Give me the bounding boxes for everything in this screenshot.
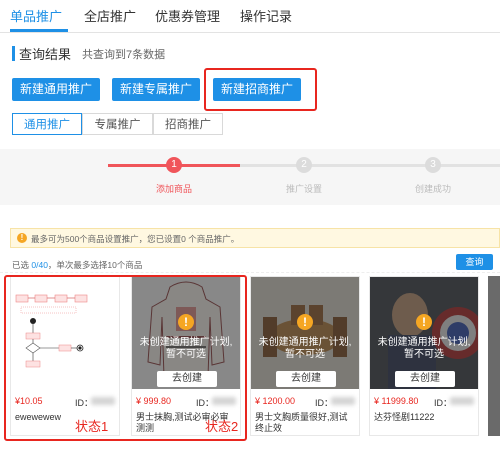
selection-count: 0/40 — [31, 260, 48, 270]
notice-text: 最多可为500个商品设置推广，您已设置0 个商品推广。 — [31, 234, 240, 244]
step-line-done — [174, 164, 240, 167]
blurred-id — [331, 397, 355, 405]
step-3-circle: 3 — [425, 157, 441, 173]
results-title: 查询结果 — [19, 47, 72, 62]
active-tab-indicator — [10, 29, 68, 32]
not-selectable-text: 未创建通用推广计划,暂不可选 — [377, 337, 471, 360]
step-2-label: 推广设置 — [285, 184, 322, 194]
step-3-label: 创建成功 — [414, 184, 451, 194]
warning-icon: ! — [17, 233, 27, 243]
product-card[interactable]: ! 未创建通用推广计划,暂不可选 去创建 ¥ 1200.00 ID： 男士文胸质… — [250, 276, 360, 436]
subtab-merchant[interactable]: 招商推广 — [153, 113, 223, 135]
go-create-button[interactable]: 去创建 — [276, 371, 336, 387]
tab-store-promotion[interactable]: 全店推广 — [84, 6, 136, 25]
step-1-circle: 1 — [166, 157, 182, 173]
product-name: 达芬怪剧11222 — [374, 412, 435, 422]
subtab-exclusive[interactable]: 专属推广 — [82, 113, 153, 135]
selection-suffix: ，单次最多选择10个商品 — [47, 260, 143, 270]
product-price: ¥ 1200.00 — [255, 396, 296, 406]
annotation-state2: 状态2 — [205, 419, 239, 434]
step-line-done — [108, 164, 174, 167]
section-marker — [12, 46, 15, 61]
tab-operation-log[interactable]: 操作记录 — [240, 6, 292, 25]
highlight-box — [204, 68, 317, 111]
product-card-partial — [488, 276, 500, 436]
not-selectable-text: 未创建通用推广计划,暂不可选 — [258, 337, 352, 360]
query-button[interactable]: 查询 — [456, 254, 493, 270]
selection-info: 已选 0/40，单次最多选择10个商品 — [12, 259, 142, 271]
warning-icon: ! — [297, 314, 313, 330]
step-line-pending — [240, 164, 500, 167]
product-price: ¥ 11999.80 — [374, 396, 419, 406]
results-count: 共查询到7条数据 — [82, 49, 166, 61]
step-2-circle: 2 — [296, 157, 312, 173]
tab-coupon-management[interactable]: 优惠券管理 — [155, 6, 220, 25]
new-exclusive-promotion-button[interactable]: 新建专属推广 — [112, 78, 200, 101]
new-general-promotion-button[interactable]: 新建通用推广 — [12, 78, 100, 101]
product-card[interactable]: ! 未创建通用推广计划,暂不可选 去创建 ¥ 11999.80 ID： 达芬怪剧… — [369, 276, 479, 436]
top-tab-bar: 单品推广 全店推广 优惠券管理 操作记录 — [0, 0, 500, 33]
steps-panel — [0, 149, 500, 205]
blurred-id — [450, 397, 474, 405]
go-create-button[interactable]: 去创建 — [395, 371, 455, 387]
tab-single-product-promotion[interactable]: 单品推广 — [10, 6, 62, 25]
divider — [0, 272, 500, 273]
annotation-state1: 状态1 — [75, 419, 109, 434]
product-name: 男士文胸质量很好,测试终止效 — [255, 412, 348, 433]
selection-prefix: 已选 — [12, 260, 32, 270]
subtab-general[interactable]: 通用推广 — [12, 113, 82, 135]
step-1-label: 添加商品 — [155, 184, 192, 194]
warning-icon: ! — [416, 314, 432, 330]
